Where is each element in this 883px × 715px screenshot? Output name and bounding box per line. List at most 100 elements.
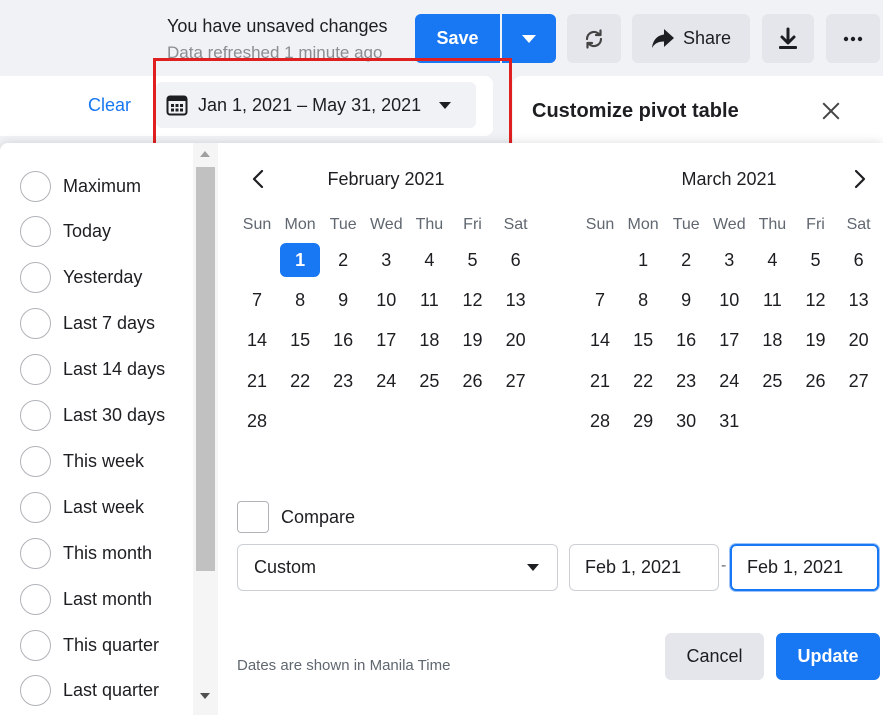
calendar-day[interactable]: 8 <box>623 283 663 317</box>
preset-option[interactable]: Last 14 days <box>20 353 165 387</box>
download-button[interactable] <box>762 14 814 63</box>
calendar-day[interactable]: 12 <box>796 283 836 317</box>
calendar-day[interactable]: 11 <box>409 283 449 317</box>
preset-option[interactable]: Last 30 days <box>20 399 165 433</box>
calendar-day[interactable]: 28 <box>580 404 620 438</box>
calendar-day[interactable]: 4 <box>409 243 449 277</box>
calendar-day[interactable]: 23 <box>666 364 706 398</box>
calendar-day[interactable]: 12 <box>453 283 493 317</box>
scroll-up-icon[interactable] <box>200 151 210 157</box>
calendar-day[interactable]: 15 <box>623 323 663 357</box>
calendar-day[interactable]: 4 <box>752 243 792 277</box>
calendar-day[interactable]: 9 <box>666 283 706 317</box>
preset-option[interactable]: Last 7 days <box>20 307 155 341</box>
calendar-day[interactable]: 20 <box>839 323 879 357</box>
calendar-day[interactable]: 18 <box>752 323 792 357</box>
calendar-day[interactable]: 14 <box>580 323 620 357</box>
calendar-day[interactable]: 24 <box>709 364 749 398</box>
scroll-thumb[interactable] <box>196 167 215 571</box>
calendar-day[interactable]: 24 <box>366 364 406 398</box>
clear-link[interactable]: Clear <box>88 95 131 116</box>
radio-button[interactable] <box>20 262 51 294</box>
calendar-day[interactable]: 13 <box>496 283 536 317</box>
calendar-day[interactable]: 1 <box>623 243 663 277</box>
preset-option[interactable]: This week <box>20 444 144 478</box>
calendar-day[interactable]: 21 <box>580 364 620 398</box>
calendar-day[interactable]: 27 <box>496 364 536 398</box>
preset-option[interactable]: Today <box>20 215 111 249</box>
calendar-day[interactable]: 13 <box>839 283 879 317</box>
preset-option[interactable]: Yesterday <box>20 261 142 295</box>
calendar-day[interactable]: 5 <box>453 243 493 277</box>
end-date-input[interactable]: Feb 1, 2021 <box>730 544 879 591</box>
calendar-day[interactable]: 6 <box>496 243 536 277</box>
calendar-day[interactable]: 26 <box>796 364 836 398</box>
preset-option[interactable]: This quarter <box>20 628 159 662</box>
calendar-day[interactable]: 31 <box>709 404 749 438</box>
preset-scrollbar[interactable] <box>193 143 218 715</box>
calendar-day[interactable]: 5 <box>796 243 836 277</box>
compare-checkbox[interactable] <box>237 501 269 533</box>
calendar-day[interactable]: 16 <box>323 323 363 357</box>
preset-option[interactable]: Last quarter <box>20 674 159 708</box>
calendar-day[interactable]: 17 <box>366 323 406 357</box>
calendar-day[interactable]: 29 <box>623 404 663 438</box>
calendar-day[interactable]: 22 <box>280 364 320 398</box>
calendar-day[interactable]: 15 <box>280 323 320 357</box>
chevron-right-icon[interactable] <box>849 168 869 190</box>
calendar-day[interactable]: 7 <box>580 283 620 317</box>
calendar-day[interactable]: 16 <box>666 323 706 357</box>
calendar-day[interactable]: 11 <box>752 283 792 317</box>
calendar-day[interactable]: 20 <box>496 323 536 357</box>
calendar-day[interactable]: 19 <box>453 323 493 357</box>
calendar-day[interactable]: 2 <box>323 243 363 277</box>
chevron-left-icon[interactable] <box>249 168 269 190</box>
radio-button[interactable] <box>20 170 51 202</box>
calendar-day[interactable]: 21 <box>237 364 277 398</box>
calendar-day[interactable]: 25 <box>752 364 792 398</box>
calendar-day[interactable]: 23 <box>323 364 363 398</box>
radio-button[interactable] <box>20 445 51 477</box>
preset-option[interactable]: Maximum <box>20 169 141 203</box>
preset-option[interactable]: Last week <box>20 490 144 524</box>
radio-button[interactable] <box>20 308 51 340</box>
calendar-day[interactable]: 17 <box>709 323 749 357</box>
close-icon[interactable] <box>818 98 844 124</box>
radio-button[interactable] <box>20 491 51 523</box>
radio-button[interactable] <box>20 629 51 661</box>
calendar-day[interactable]: 1 <box>280 243 321 277</box>
update-button[interactable]: Update <box>776 633 880 680</box>
calendar-day[interactable]: 10 <box>366 283 406 317</box>
calendar-day[interactable]: 30 <box>666 404 706 438</box>
more-options-button[interactable] <box>826 14 880 63</box>
radio-button[interactable] <box>20 216 51 248</box>
refresh-button[interactable] <box>567 14 621 63</box>
preset-option[interactable]: Last month <box>20 582 152 616</box>
radio-button[interactable] <box>20 537 51 569</box>
scroll-down-icon[interactable] <box>200 693 210 699</box>
calendar-day[interactable]: 3 <box>366 243 406 277</box>
calendar-day[interactable]: 22 <box>623 364 663 398</box>
radio-button[interactable] <box>20 354 51 386</box>
cancel-button[interactable]: Cancel <box>665 633 764 680</box>
calendar-day[interactable]: 3 <box>709 243 749 277</box>
start-date-input[interactable]: Feb 1, 2021 <box>569 544 719 591</box>
calendar-day[interactable]: 28 <box>237 404 277 438</box>
calendar-day[interactable]: 9 <box>323 283 363 317</box>
calendar-day[interactable]: 7 <box>237 283 277 317</box>
save-options-button[interactable] <box>502 14 556 63</box>
calendar-day[interactable]: 2 <box>666 243 706 277</box>
save-button[interactable]: Save <box>415 14 500 63</box>
calendar-day[interactable]: 6 <box>839 243 879 277</box>
calendar-day[interactable]: 10 <box>709 283 749 317</box>
calendar-day[interactable]: 27 <box>839 364 879 398</box>
calendar-day[interactable]: 25 <box>409 364 449 398</box>
share-button[interactable]: Share <box>632 14 750 63</box>
calendar-day[interactable]: 19 <box>796 323 836 357</box>
calendar-day[interactable]: 14 <box>237 323 277 357</box>
calendar-day[interactable]: 26 <box>453 364 493 398</box>
calendar-day[interactable]: 18 <box>409 323 449 357</box>
radio-button[interactable] <box>20 675 51 707</box>
preset-option[interactable]: This month <box>20 536 152 570</box>
radio-button[interactable] <box>20 583 51 615</box>
